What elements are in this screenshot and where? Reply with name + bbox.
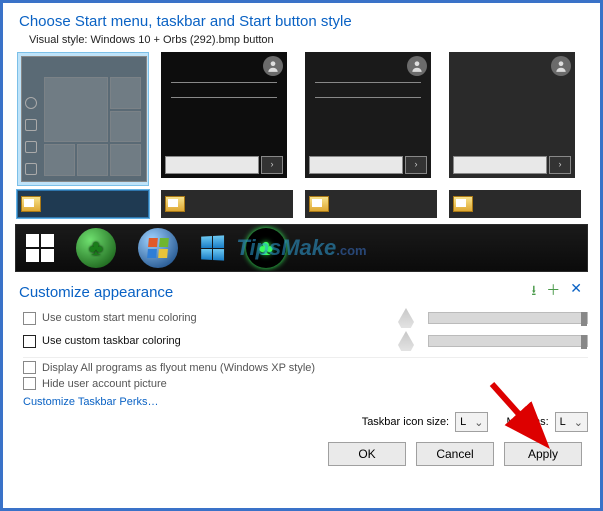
opacity-slider[interactable] (428, 312, 588, 324)
ok-button[interactable]: OK (328, 442, 406, 466)
opacity-slider[interactable] (428, 335, 588, 347)
avatar-icon (407, 56, 427, 76)
margins-label: Margins: (506, 416, 548, 428)
taskbar-preview-4[interactable] (449, 190, 581, 218)
taskbar-preview-1[interactable] (17, 190, 149, 218)
margins-select[interactable]: L (555, 412, 588, 432)
style-thumbnails: › › › (17, 52, 588, 186)
cancel-button[interactable]: Cancel (416, 442, 494, 466)
folder-icon (165, 196, 185, 212)
style-preview-dark1[interactable]: › (161, 52, 293, 178)
checkbox[interactable] (23, 361, 36, 374)
import-icon[interactable]: ⭳ (531, 280, 536, 304)
style-preview-dark2[interactable]: › (305, 52, 437, 178)
folder-icon (309, 196, 329, 212)
settings-dialog: Choose Start menu, taskbar and Start but… (0, 0, 603, 511)
checkbox[interactable] (23, 377, 36, 390)
start-button-orbs: ♣ ♣ TipsMake.com (15, 224, 588, 272)
style-preview-windows10[interactable] (17, 52, 149, 186)
taskbar-thumbnails (17, 190, 588, 218)
avatar-icon (263, 56, 283, 76)
win7-orb[interactable] (138, 228, 178, 268)
win10-start-icon[interactable] (26, 234, 54, 262)
color-drop-icon (398, 331, 414, 351)
customize-perks-link[interactable]: Customize Taskbar Perks… (23, 396, 588, 408)
checkbox[interactable] (23, 335, 36, 348)
clover-orb-green[interactable]: ♣ (76, 228, 116, 268)
iconsize-select[interactable]: L (455, 412, 488, 432)
iconsize-label: Taskbar icon size: (362, 416, 449, 428)
customize-title: Customize appearance (19, 284, 531, 301)
folder-icon (21, 196, 41, 212)
visual-style-label: Visual style: Windows 10 + Orbs (292).bm… (29, 34, 588, 46)
style-preview-dark3[interactable]: › (449, 52, 581, 178)
dialog-buttons: OK Cancel Apply (15, 442, 588, 466)
win8-logo-icon[interactable] (201, 235, 224, 260)
folder-icon (453, 196, 473, 212)
opt-flyout-menu[interactable]: Display All programs as flyout menu (Win… (23, 361, 588, 374)
page-title: Choose Start menu, taskbar and Start but… (19, 13, 588, 30)
checkbox[interactable] (23, 312, 36, 325)
opt-taskbar-coloring[interactable]: Use custom taskbar coloring (23, 331, 588, 358)
avatar-icon (551, 56, 571, 76)
clover-orb-neon[interactable]: ♣ (246, 228, 286, 268)
opt-hide-avatar[interactable]: Hide user account picture (23, 377, 588, 390)
opt-start-coloring[interactable]: Use custom start menu coloring (23, 308, 588, 328)
add-icon[interactable]: ＋ (546, 280, 560, 304)
taskbar-preview-2[interactable] (161, 190, 293, 218)
close-icon[interactable]: ✕ (570, 280, 582, 304)
color-drop-icon (398, 308, 414, 328)
apply-button[interactable]: Apply (504, 442, 582, 466)
taskbar-preview-3[interactable] (305, 190, 437, 218)
